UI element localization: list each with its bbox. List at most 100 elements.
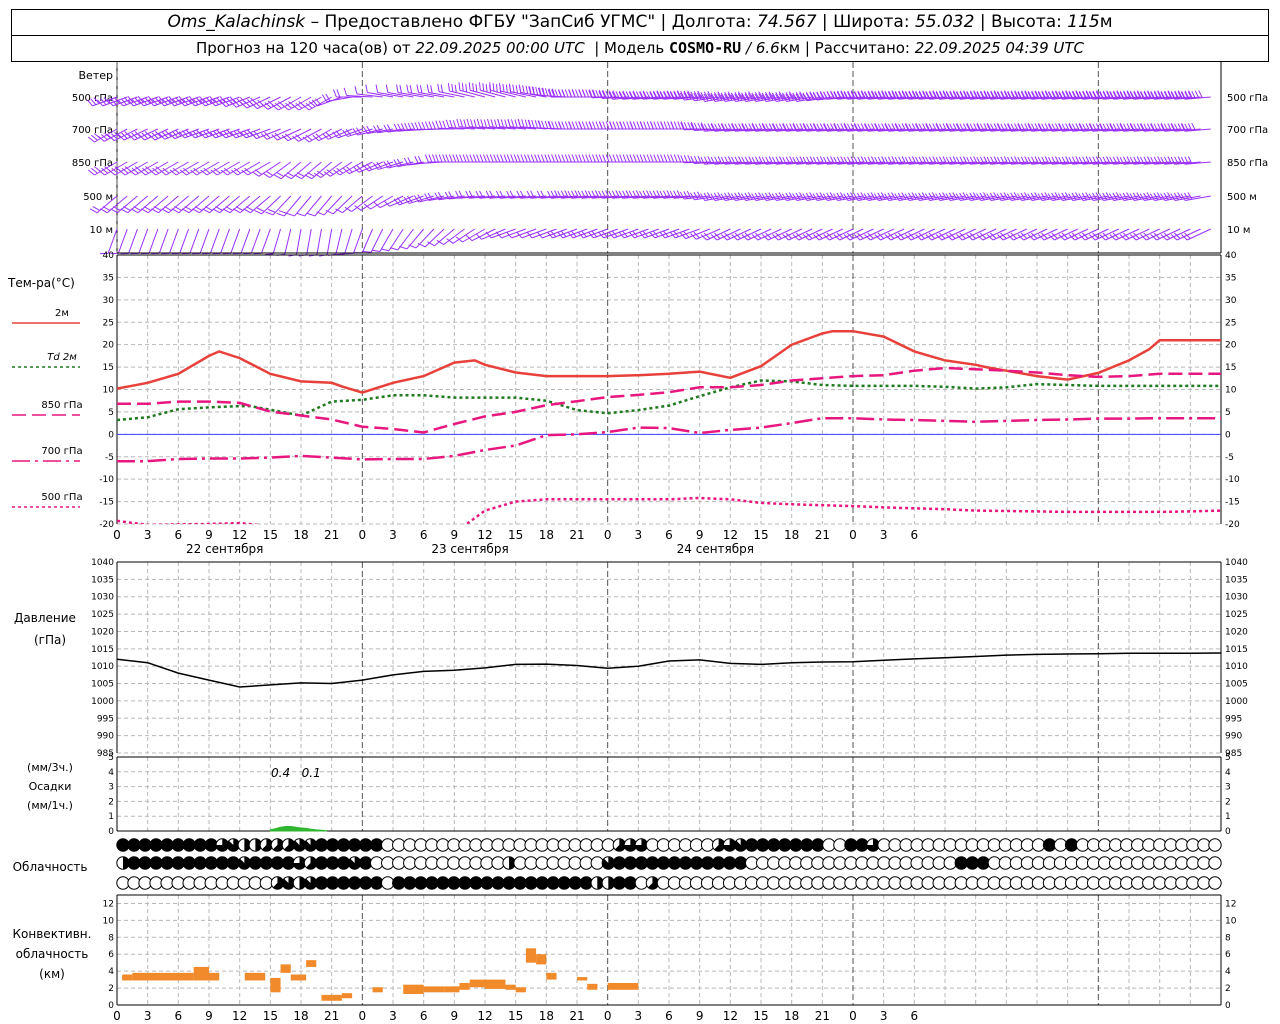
- conv-ytick-left: 2: [108, 984, 114, 994]
- wind-barb-feather: [619, 154, 624, 163]
- wind-barb-feather: [568, 89, 572, 98]
- wind-barb-feather: [120, 208, 128, 214]
- wind-barb-staff: [342, 195, 363, 214]
- wind-barb-staff: [685, 228, 711, 240]
- wind-barb-feather: [487, 118, 491, 127]
- temp-ytick-left: 15: [103, 363, 114, 373]
- wind-barb-staff: [288, 96, 312, 111]
- wind-barb-staff: [189, 228, 200, 254]
- wind-barb-feather: [428, 121, 433, 130]
- wind-barb-feather: [504, 119, 508, 128]
- wind-barb-feather: [243, 208, 251, 214]
- wind-barb-feather: [564, 121, 569, 130]
- wind-barb-staff: [245, 128, 271, 139]
- pressure-ytick-right: 1010: [1225, 662, 1248, 672]
- temp-ytick-right: -10: [1225, 475, 1240, 485]
- wind-barb-feather: [497, 118, 501, 127]
- wind-barb-feather: [544, 120, 549, 129]
- precip-ytick-left: 1: [108, 812, 114, 822]
- wind-barb-feather: [636, 154, 641, 163]
- wind-barb-feather: [440, 84, 444, 93]
- precip-ytick-right: 2: [1225, 797, 1231, 807]
- wind-barb-staff: [311, 161, 332, 180]
- temp-ytick-right: 40: [1225, 251, 1237, 261]
- wind-barb-feather: [232, 208, 241, 214]
- wind-barb-feather: [184, 206, 193, 211]
- wind-barb-staff: [1176, 228, 1201, 241]
- wind-barb: [372, 228, 394, 253]
- wind-barb-staff: [323, 195, 343, 216]
- wind-level-left: 500 м: [83, 192, 113, 203]
- wind-barb-feather: [592, 154, 596, 163]
- wind-barb-staff: [326, 228, 333, 255]
- wind-barb-feather: [414, 122, 419, 130]
- wind-barb-feather: [581, 154, 586, 163]
- temp-ytick-left: 40: [103, 251, 115, 261]
- wind-barb: [265, 228, 282, 256]
- temp-hour-label: 3: [635, 528, 643, 542]
- wind-barb-staff: [277, 128, 302, 141]
- wind-barb-feather: [92, 206, 101, 211]
- wind-barb-feather: [667, 154, 671, 163]
- wind-barb-feather: [632, 121, 637, 130]
- conv-bar: [132, 972, 194, 981]
- precip-unit-1h: (мм/1ч.): [27, 799, 73, 812]
- pressure-ytick-left: 1020: [91, 627, 114, 637]
- wind-barb-feather: [468, 82, 471, 91]
- wind-barb-feather: [660, 154, 664, 163]
- wind-barb-staff: [148, 228, 159, 254]
- wind-level-left: 500 гПа: [72, 93, 113, 104]
- wind-barb-feather: [531, 119, 535, 128]
- conv-ytick-right: 10: [1225, 916, 1237, 926]
- wind-barb-feather: [653, 154, 658, 163]
- wind-barb-feather: [561, 89, 566, 98]
- wind-barb-feather: [575, 89, 579, 98]
- wind-barb-feather: [375, 84, 379, 93]
- pressure-ytick-left: 1030: [91, 593, 114, 603]
- wind-barb-feather: [252, 171, 260, 177]
- wind-barb-feather: [510, 119, 515, 128]
- temp-legend-label: 700 гПа: [41, 446, 82, 457]
- wind-barb-staff: [145, 161, 169, 176]
- conv-hour-label: 21: [569, 1009, 584, 1023]
- wind-barb-staff: [256, 128, 281, 140]
- conv-bar: [515, 987, 526, 993]
- wind-barb-feather: [489, 154, 494, 163]
- pressure-ytick-right: 1040: [1225, 558, 1248, 568]
- wind-barb-feather: [626, 121, 631, 130]
- wind-barb-feather: [534, 154, 539, 163]
- temp-hour-label: 9: [451, 528, 459, 542]
- temp-hour-label: 6: [665, 528, 673, 542]
- day-label: 23 сентября: [431, 542, 508, 556]
- conv-bar: [577, 977, 588, 981]
- wind-barb-feather: [428, 154, 433, 163]
- temp-ytick-right: 20: [1225, 341, 1237, 351]
- wind-barb-feather: [430, 85, 433, 94]
- conv-bar: [423, 986, 445, 993]
- temp-hour-label: 6: [911, 528, 919, 542]
- wind-barb-feather: [482, 83, 485, 92]
- temp-ytick-right: -15: [1225, 498, 1240, 508]
- wind-barb-feather: [336, 253, 345, 256]
- wind-barb-staff: [260, 228, 271, 254]
- wind-barb-feather: [612, 121, 617, 130]
- wind-barb-feather: [632, 154, 637, 163]
- wind-barb-feather: [649, 121, 654, 130]
- wind-barb-feather: [273, 174, 282, 180]
- temp-legend-label: 850 гПа: [41, 400, 82, 411]
- precip-ytick-left: 2: [108, 797, 114, 807]
- day-label: 24 сентября: [677, 542, 754, 556]
- wind-barb-feather: [89, 208, 98, 214]
- wind-barb-feather: [663, 121, 668, 130]
- wind-barb-feather: [438, 120, 443, 129]
- temp-hour-label: 12: [723, 528, 738, 542]
- wind-barb-staff: [280, 161, 302, 180]
- pressure-ytick-left: 1035: [91, 575, 114, 585]
- wind-barb-feather: [87, 136, 95, 143]
- wind-barb-feather: [496, 154, 501, 163]
- wind-barb-feather: [204, 206, 213, 211]
- wind-barb-feather: [181, 208, 190, 214]
- conv-bar: [122, 974, 133, 981]
- wind-barb-feather: [626, 154, 631, 163]
- wind-barb-feather: [363, 250, 372, 253]
